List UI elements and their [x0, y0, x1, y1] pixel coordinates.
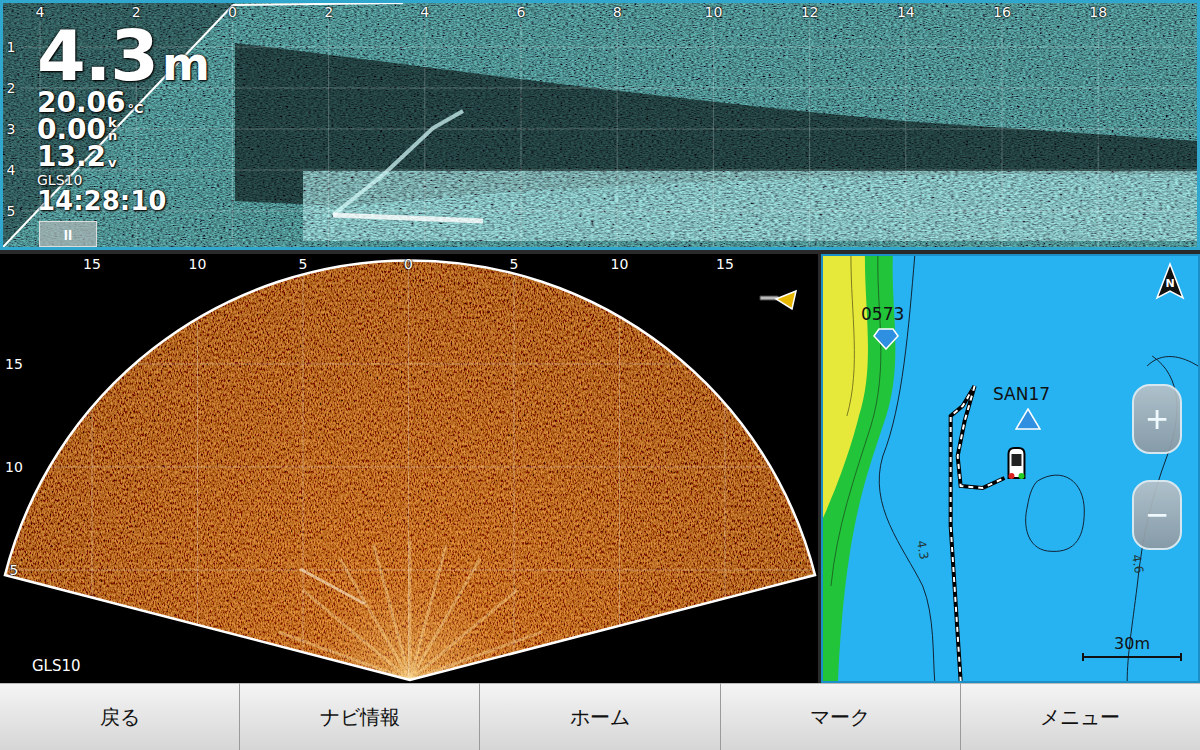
range-tick: 10	[189, 257, 207, 271]
depth-tick: 3	[7, 122, 16, 136]
range-tick: 15	[83, 257, 101, 271]
side-scan-image	[3, 3, 1197, 247]
fishfinder-screen: 42024681012141618123454.3m20.06°C0.00kn1…	[0, 0, 1200, 750]
chart-panel[interactable]: 4.3 4.6 0573 SAN17 N + − 30m	[821, 254, 1200, 683]
range-tick: 10	[611, 257, 629, 271]
source-label: GLS10	[37, 173, 210, 188]
speed-reading: 0.00kn	[37, 117, 210, 144]
depth-reading: 4.3m	[37, 23, 210, 90]
range-tick: 14	[897, 5, 915, 19]
depth-tick: 2	[7, 81, 16, 95]
clock: 14:28:10	[37, 188, 210, 214]
map-mark[interactable]	[1015, 408, 1041, 430]
side-scan-panel[interactable]: 42024681012141618123454.3m20.06°C0.00kn1…	[0, 0, 1200, 250]
north-icon[interactable]: N	[1154, 262, 1186, 302]
depth-tick: 5	[10, 563, 19, 577]
target-icon[interactable]	[1015, 408, 1041, 430]
button-bar: 戻るナビ情報ホームマークメニュー	[0, 683, 1200, 750]
contour-label: 4.3	[915, 540, 930, 561]
range-tick: 4	[420, 5, 429, 19]
range-tick: 4	[36, 5, 45, 19]
nav-button[interactable]: ナビ情報	[240, 683, 480, 750]
contour-label: 4.6	[1130, 554, 1145, 575]
depth-tick: 5	[7, 204, 16, 218]
waypoint-icon[interactable]	[873, 328, 899, 350]
depth-tick: 15	[5, 357, 23, 371]
range-tick: 18	[1089, 5, 1107, 19]
range-tick: 2	[324, 5, 333, 19]
range-tick: 0	[228, 5, 237, 19]
range-tick: 5	[510, 257, 519, 271]
nav-button[interactable]: ホーム	[480, 683, 720, 750]
zoom-out-button[interactable]: −	[1132, 480, 1182, 550]
range-tick: 12	[801, 5, 819, 19]
depth-tick: 1	[7, 40, 16, 54]
live-sonar-panel[interactable]: 15 10 5 0 5 10 15 15 10 5 GLS10	[0, 254, 818, 683]
voltage-reading: 13.2v	[37, 144, 210, 171]
source-label: GLS10	[32, 657, 81, 675]
temperature-reading: 20.06°C	[37, 90, 210, 117]
range-tick: 2	[132, 5, 141, 19]
nav-button[interactable]: 戻る	[0, 683, 240, 750]
range-tick: 15	[716, 257, 734, 271]
range-tick: 6	[517, 5, 526, 19]
range-tick: 5	[299, 257, 308, 271]
nav-button[interactable]: マーク	[721, 683, 961, 750]
depth-tick: 4	[7, 163, 16, 177]
zoom-in-button[interactable]: +	[1132, 384, 1182, 454]
pause-button[interactable]: II	[39, 221, 97, 247]
scale-bar: 30m	[1082, 634, 1182, 661]
nav-button[interactable]: メニュー	[961, 683, 1200, 750]
lower-panels: 15 10 5 0 5 10 15 15 10 5 GLS10 4.3 4.6 0573 SAN17 N + − 3…	[0, 254, 1200, 683]
range-tick: 0	[404, 257, 413, 271]
transducer-icon	[758, 288, 798, 310]
live-sonar-image	[0, 254, 818, 683]
range-tick: 8	[613, 5, 622, 19]
data-readout: 4.3m20.06°C0.00kn13.2v GLS1014:28:10	[37, 23, 210, 214]
mark-label: 0573	[861, 306, 904, 323]
depth-tick: 10	[5, 460, 23, 474]
map-mark[interactable]	[873, 328, 899, 350]
range-tick: 16	[993, 5, 1011, 19]
boat-icon	[1009, 448, 1025, 479]
range-tick: 10	[704, 5, 722, 19]
mark-label: SAN17	[993, 386, 1050, 403]
